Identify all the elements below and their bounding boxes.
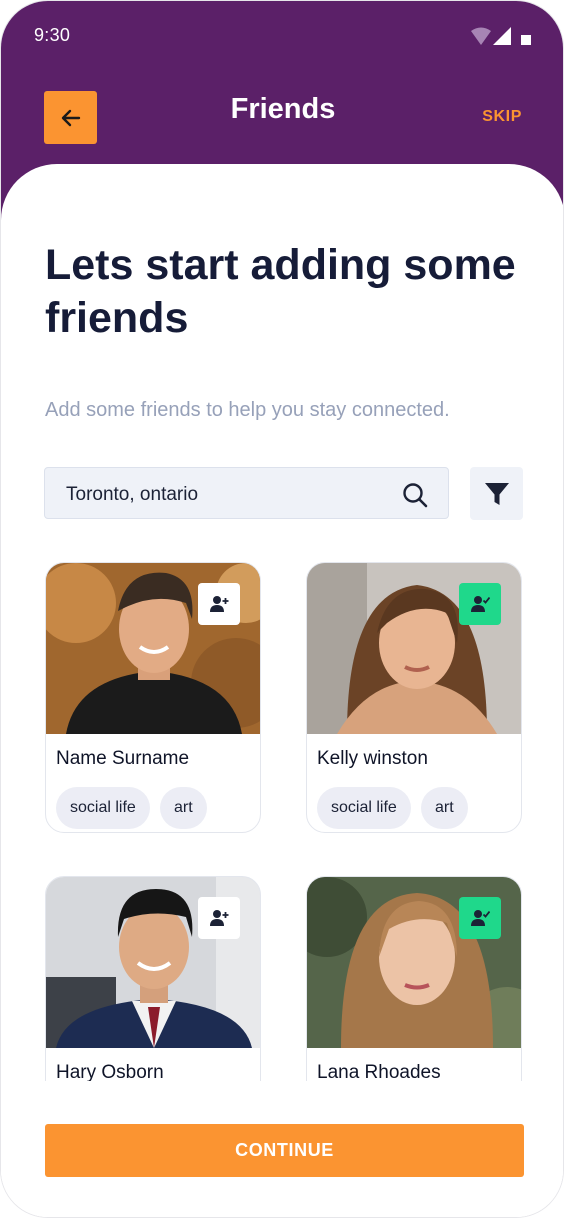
status-time: 9:30 xyxy=(34,25,71,45)
user-check-icon xyxy=(471,596,490,612)
interest-tag: art xyxy=(421,787,468,829)
interest-tag: social life xyxy=(317,787,411,829)
continue-button[interactable]: CONTINUE xyxy=(45,1124,524,1177)
friend-card[interactable]: Name Surname social life art xyxy=(45,562,261,833)
skip-button[interactable]: SKIP xyxy=(482,108,522,126)
signal-icon xyxy=(493,27,511,45)
search-input-value: Toronto, ontario xyxy=(66,484,199,505)
status-icons xyxy=(471,27,531,45)
interest-tag: social life xyxy=(56,787,150,829)
filter-icon xyxy=(484,482,509,505)
filter-button[interactable] xyxy=(470,467,523,520)
page-title: Friends xyxy=(230,93,336,125)
headline: Lets start adding some friends xyxy=(45,241,516,342)
user-check-icon xyxy=(471,910,490,926)
search-icon[interactable] xyxy=(402,482,428,508)
add-friend-button[interactable] xyxy=(198,583,240,625)
friend-added-button[interactable] xyxy=(459,583,501,625)
battery-icon xyxy=(521,35,531,45)
wifi-icon xyxy=(471,27,491,45)
user-plus-icon xyxy=(210,596,229,612)
user-plus-icon xyxy=(210,910,229,926)
search-input[interactable]: Toronto, ontario xyxy=(44,467,449,519)
friend-name: Kelly winston xyxy=(317,748,428,769)
friend-name: Name Surname xyxy=(56,748,190,769)
interest-tag: art xyxy=(160,787,207,829)
subtitle: Add some friends to help you stay connec… xyxy=(45,399,450,421)
add-friend-button[interactable] xyxy=(198,897,240,939)
friend-card[interactable]: Kelly winston social life art xyxy=(306,562,522,833)
phone-screen: 9:30 Friends SKIP Lets start adding some… xyxy=(0,0,564,1218)
friend-added-button[interactable] xyxy=(459,897,501,939)
